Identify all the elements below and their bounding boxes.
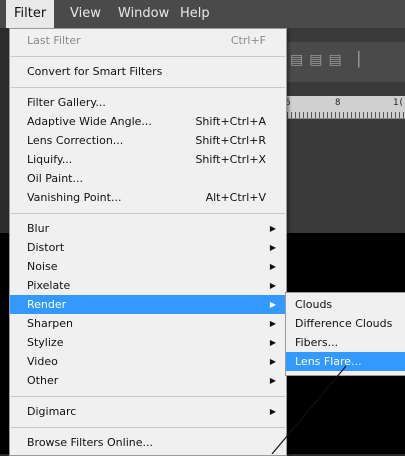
callout-line (271, 365, 347, 454)
pointer-line (271, 365, 347, 454)
